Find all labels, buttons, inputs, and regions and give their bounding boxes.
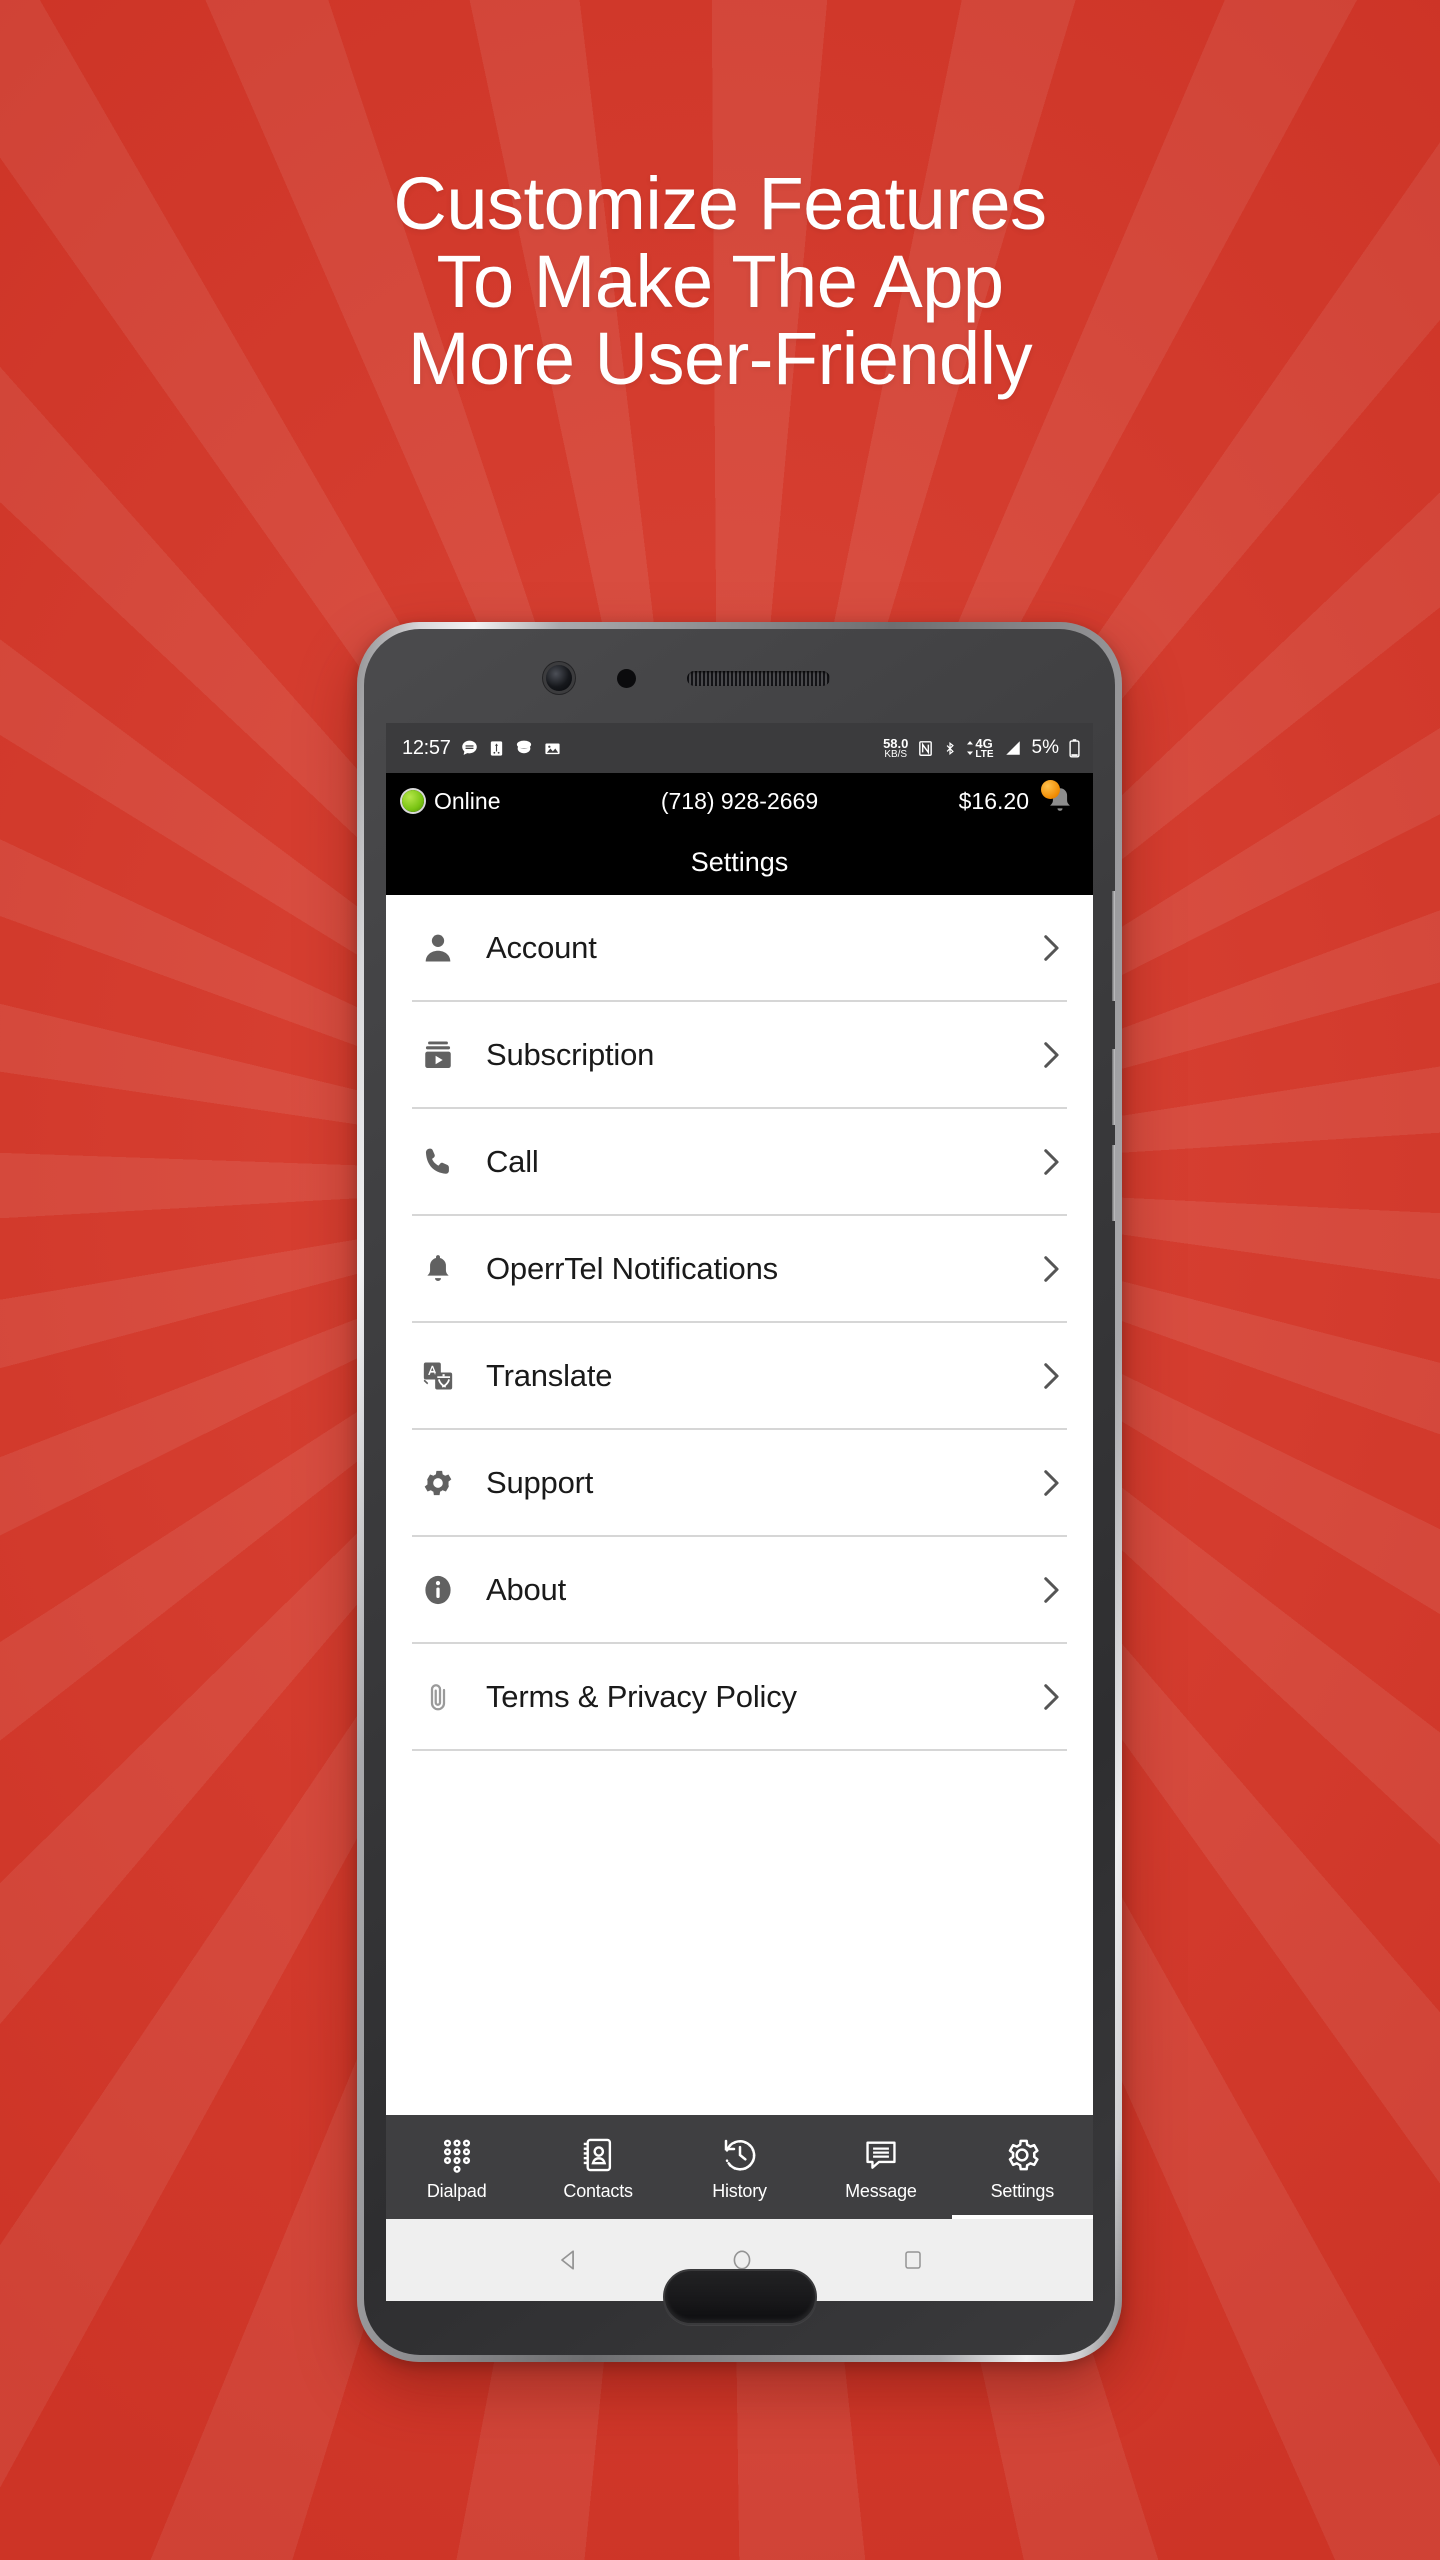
phone-screen: 12:57 58.0 KB/S 4G LTE 5% Online (718) 9… — [386, 723, 1093, 2219]
battery-icon — [1068, 738, 1081, 759]
network-subtype: LTE — [975, 748, 994, 760]
settings-item-label: Terms & Privacy Policy — [486, 1678, 797, 1714]
home-hardware-button[interactable] — [662, 2269, 817, 2325]
account-status-row: Online (718) 928-2669 $16.20 — [386, 773, 1093, 829]
bottom-tab-bar: Dialpad Contacts History Message Setting… — [386, 2115, 1093, 2219]
headline-line-1: Customize Features — [393, 162, 1047, 245]
status-bar-right: 58.0 KB/S 4G LTE 5% — [883, 737, 1081, 760]
settings-item-about[interactable]: About — [412, 1537, 1067, 1644]
status-bar-left: 12:57 — [402, 737, 562, 760]
chevron-right-icon — [1033, 1145, 1067, 1179]
data-rate-indicator: 58.0 KB/S — [883, 737, 908, 760]
contacts-book-icon — [579, 2133, 617, 2177]
tab-message[interactable]: Message — [810, 2115, 951, 2219]
tab-label: Message — [845, 2180, 917, 2201]
recents-square-icon[interactable] — [901, 2248, 925, 2272]
chevron-right-icon — [1033, 1252, 1067, 1286]
headline-line-3: More User-Friendly — [407, 317, 1033, 401]
bluetooth-icon — [943, 739, 957, 758]
screen-title: Settings — [690, 846, 789, 877]
chevron-right-icon — [1033, 1573, 1067, 1607]
android-status-bar: 12:57 58.0 KB/S 4G LTE 5% — [386, 723, 1093, 773]
back-triangle-icon[interactable] — [555, 2246, 583, 2274]
status-clock: 12:57 — [402, 736, 451, 759]
gear-icon — [1002, 2133, 1042, 2177]
online-status-label: Online — [434, 787, 501, 814]
settings-item-label: Subscription — [486, 1036, 655, 1072]
settings-item-label: Call — [486, 1143, 539, 1179]
phone-top-bezel — [364, 629, 1115, 723]
paperclip-icon — [412, 1671, 464, 1723]
data-rate-unit: KB/S — [884, 748, 908, 760]
tab-label: Dialpad — [426, 2180, 487, 2201]
dialpad-icon — [438, 2133, 476, 2177]
tab-label: History — [712, 2180, 767, 2201]
history-clock-icon — [720, 2133, 760, 2177]
settings-item-label: Support — [486, 1464, 594, 1500]
page-title: Customize Features To Make The App More … — [0, 165, 1440, 398]
tab-settings[interactable]: Settings — [951, 2115, 1093, 2219]
chevron-right-icon — [1033, 931, 1067, 965]
settings-item-account[interactable]: Account — [412, 895, 1067, 1002]
gear-icon — [412, 1457, 464, 1509]
settings-item-label: About — [486, 1571, 567, 1607]
settings-item-label: Account — [486, 929, 597, 965]
network-type-indicator: 4G LTE — [966, 735, 994, 760]
chevron-right-icon — [1033, 1466, 1067, 1500]
volume-down-button[interactable] — [1112, 1145, 1115, 1221]
settings-item-subscription[interactable]: Subscription — [412, 1002, 1067, 1109]
tab-contacts[interactable]: Contacts — [527, 2115, 668, 2219]
subscription-icon — [412, 1029, 464, 1081]
headline-line-2: To Make The App — [436, 239, 1004, 323]
chevron-right-icon — [1033, 1680, 1067, 1714]
proximity-sensor-icon — [617, 669, 636, 688]
usb-icon — [488, 739, 505, 758]
tab-history[interactable]: History — [669, 2115, 810, 2219]
earpiece-speaker-icon — [687, 671, 830, 686]
settings-menu-list: Account Subscription Call OperrTel Notif… — [386, 895, 1093, 1751]
message-icon — [460, 739, 479, 758]
front-camera-icon — [546, 665, 572, 691]
settings-item-call[interactable]: Call — [412, 1109, 1067, 1216]
notification-badge-dot — [1041, 780, 1060, 799]
chevron-right-icon — [1033, 1359, 1067, 1393]
message-bubble-icon — [862, 2133, 900, 2177]
phone-icon — [412, 1136, 464, 1188]
tab-label: Settings — [990, 2180, 1055, 2201]
battery-percent-label: 5% — [1031, 737, 1059, 758]
settings-item-translate[interactable]: Translate — [412, 1323, 1067, 1430]
app-top-bar: Online (718) 928-2669 $16.20 Settings — [386, 773, 1093, 895]
settings-item-terms-privacy-policy[interactable]: Terms & Privacy Policy — [412, 1644, 1067, 1751]
image-icon — [543, 740, 562, 757]
phone-device-mockup: 12:57 58.0 KB/S 4G LTE 5% Online (718) 9… — [357, 622, 1122, 2362]
phone-body: 12:57 58.0 KB/S 4G LTE 5% Online (718) 9… — [364, 629, 1115, 2355]
translate-icon — [412, 1350, 464, 1402]
tab-dialpad[interactable]: Dialpad — [386, 2115, 527, 2219]
account-balance: $16.20 — [958, 787, 1029, 814]
info-icon — [412, 1564, 464, 1616]
volume-up-button[interactable] — [1112, 1049, 1115, 1125]
power-button[interactable] — [1112, 891, 1115, 1001]
notification-bell-icon[interactable] — [1041, 780, 1077, 818]
network-generation: 4G — [975, 735, 993, 751]
person-icon — [412, 922, 464, 974]
settings-item-label: Translate — [486, 1357, 613, 1393]
data-rate-value: 58.0 — [883, 735, 909, 751]
signal-icon — [1003, 739, 1023, 757]
chevron-right-icon — [1033, 1038, 1067, 1072]
settings-item-support[interactable]: Support — [412, 1430, 1067, 1537]
settings-item-operrtel-notifications[interactable]: OperrTel Notifications — [412, 1216, 1067, 1323]
online-status: Online — [402, 788, 500, 815]
tab-label: Contacts — [563, 2180, 633, 2201]
bell-icon — [412, 1243, 464, 1295]
online-status-dot — [402, 790, 424, 812]
settings-item-label: OperrTel Notifications — [486, 1250, 778, 1286]
download-icon — [514, 739, 534, 758]
balance-and-notifications: $16.20 — [958, 780, 1077, 818]
nfc-icon — [917, 739, 934, 758]
